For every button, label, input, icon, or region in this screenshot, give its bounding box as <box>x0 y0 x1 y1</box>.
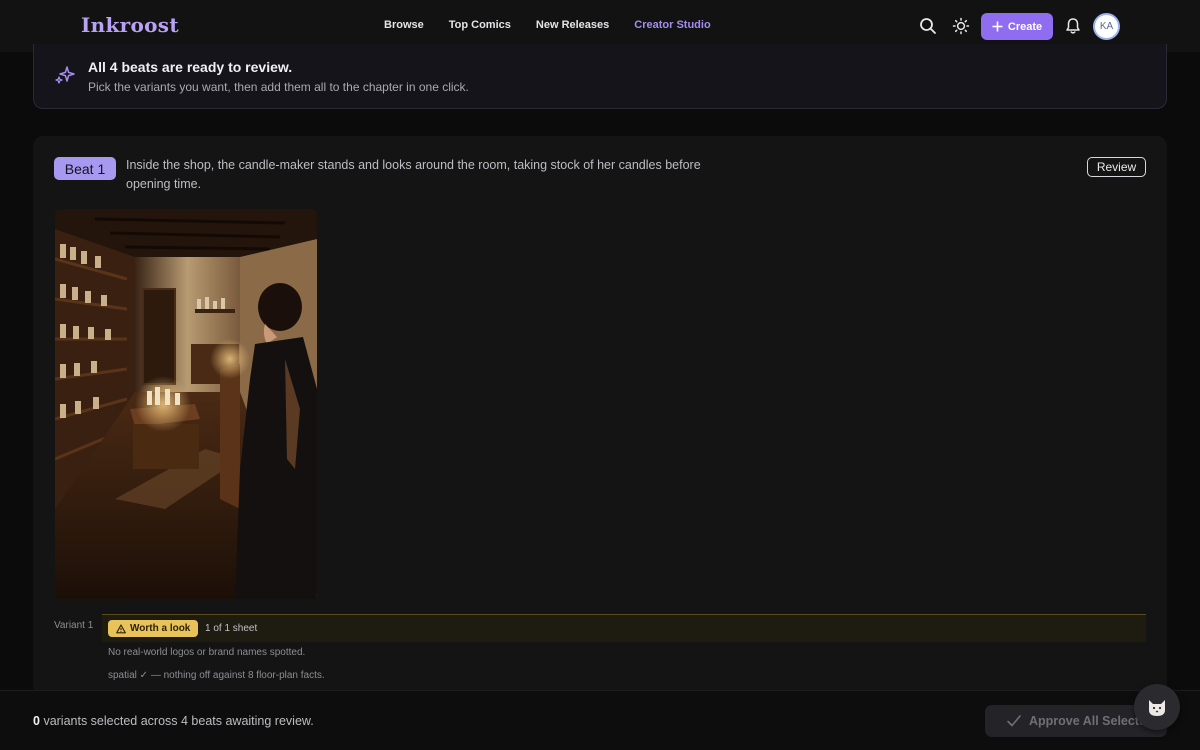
plus-icon <box>992 21 1003 32</box>
cat-icon <box>1149 700 1165 716</box>
banner-subtitle: Pick the variants you want, then add the… <box>88 80 469 94</box>
review-button[interactable]: Review <box>1087 157 1146 177</box>
selected-count: 0 <box>33 714 40 728</box>
main-nav: Browse Top Comics New Releases Creator S… <box>384 19 711 31</box>
user-avatar[interactable]: KA <box>1093 13 1120 40</box>
sun-icon[interactable] <box>952 17 970 35</box>
mascot-helper-button[interactable] <box>1134 684 1180 730</box>
create-button-label: Create <box>1007 20 1043 33</box>
check-icon <box>1007 715 1021 727</box>
worth-a-look-label: Worth a look <box>130 623 191 634</box>
beat-description: Inside the shop, the candle-maker stands… <box>126 158 701 191</box>
sheet-count: 1 of 1 sheet <box>205 623 258 634</box>
variant-status-row[interactable]: Worth a look 1 of 1 sheet <box>102 614 1146 642</box>
bell-icon[interactable] <box>1064 17 1082 35</box>
selection-summary: 0 variants selected across 4 beats await… <box>33 714 314 728</box>
variant-label: Variant 1 <box>54 620 94 631</box>
banner-title: All 4 beats are ready to review. <box>88 59 293 75</box>
beat-badge: Beat 1 <box>54 157 116 180</box>
review-ready-banner: All 4 beats are ready to review. Pick th… <box>33 44 1167 109</box>
beat-card: Beat 1 Inside the shop, the candle-maker… <box>33 136 1167 696</box>
nav-item-top-comics[interactable]: Top Comics <box>449 19 511 31</box>
search-icon[interactable] <box>919 17 937 35</box>
variant-illustration[interactable] <box>55 209 317 599</box>
sparkles-icon <box>55 66 75 84</box>
selection-bottom-bar: 0 variants selected across 4 beats await… <box>0 690 1200 750</box>
worth-a-look-badge: Worth a look <box>108 620 199 637</box>
variant-note: spatial ✓ — nothing off against 8 floor-… <box>108 670 325 681</box>
brand-logo[interactable]: Inkroost <box>81 13 179 37</box>
nav-item-browse[interactable]: Browse <box>384 19 424 31</box>
nav-item-creator-studio[interactable]: Creator Studio <box>634 19 710 31</box>
selection-summary-text: variants selected across 4 beats awaitin… <box>43 714 314 728</box>
create-button[interactable]: Create <box>981 13 1053 40</box>
nav-item-new-releases[interactable]: New Releases <box>536 19 609 31</box>
warning-icon <box>116 623 126 633</box>
variant-note: No real-world logos or brand names spott… <box>108 647 306 658</box>
